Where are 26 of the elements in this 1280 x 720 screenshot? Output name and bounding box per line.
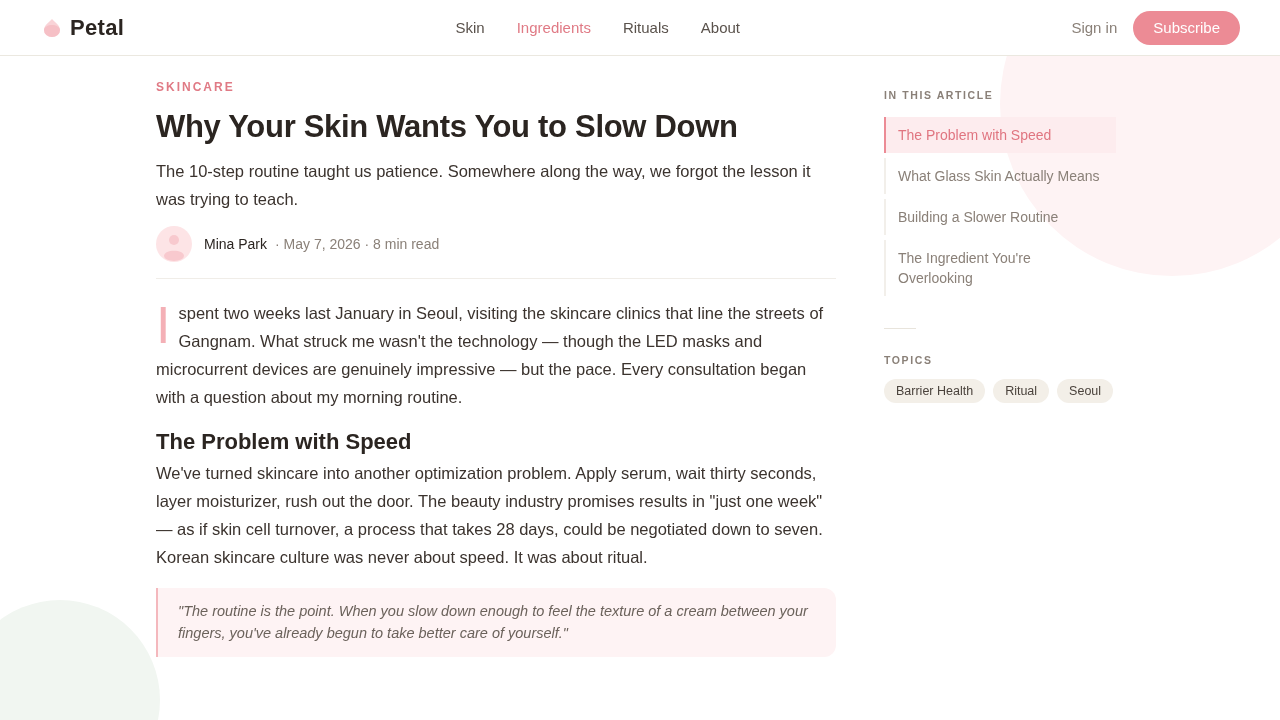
topic-tag[interactable]: Ritual — [993, 379, 1050, 403]
toc-item[interactable]: What Glass Skin Actually Means — [884, 158, 1116, 194]
article-meta: · May 7, 2026 · 8 min read — [275, 236, 440, 252]
article-title: Why Your Skin Wants You to Slow Down — [156, 108, 739, 146]
body-paragraph: We've turned skincare into another optimization problem. Apply serum, wait thirty seconds, layer moisturizer, rush out the door. The beauty industry promises results in "just one week" — as if skin cell turnover, a process that takes 28 days, could be negotiated down to seven. Korean skincare culture was never about speed. It was about ritual. — [156, 463, 824, 568]
avatar — [156, 226, 192, 262]
toc-item[interactable]: The Ingredient You're Overlooking — [884, 240, 1116, 296]
category-label: SKINCARE — [156, 80, 235, 94]
topic-tag[interactable]: Seoul — [1057, 379, 1114, 403]
topics-heading: TOPICS — [884, 353, 933, 367]
section-heading: The Problem with Speed — [156, 428, 413, 456]
pull-quote: "The routine is the point. When you slow down enough to feel the texture of a cream between your fingers, you've already begun to take better care of yourself." — [156, 588, 836, 657]
author-name: Mina Park — [204, 236, 268, 252]
sign-in-link[interactable]: Sign in — [1071, 19, 1118, 36]
nav-link[interactable]: Rituals — [622, 19, 669, 36]
nav-link[interactable]: About — [700, 19, 740, 36]
topic-tag[interactable]: Barrier Health — [884, 379, 986, 403]
article-subtitle: The 10-step routine taught us patience. Somewhere along the way, we forgot the lesson it was trying to teach. — [156, 161, 812, 210]
toc-item[interactable]: Building a Slower Routine — [884, 199, 1116, 235]
toc-heading: IN THIS ARTICLE — [884, 88, 994, 102]
nav-link[interactable]: Skin — [455, 19, 485, 36]
nav-link[interactable]: Ingredients — [516, 19, 591, 36]
subscribe-button[interactable]: Subscribe — [1133, 10, 1240, 45]
logo-text: Petal — [70, 14, 125, 41]
toc-item[interactable]: The Problem with Speed — [884, 117, 1116, 153]
petal-logo-icon — [44, 18, 60, 37]
